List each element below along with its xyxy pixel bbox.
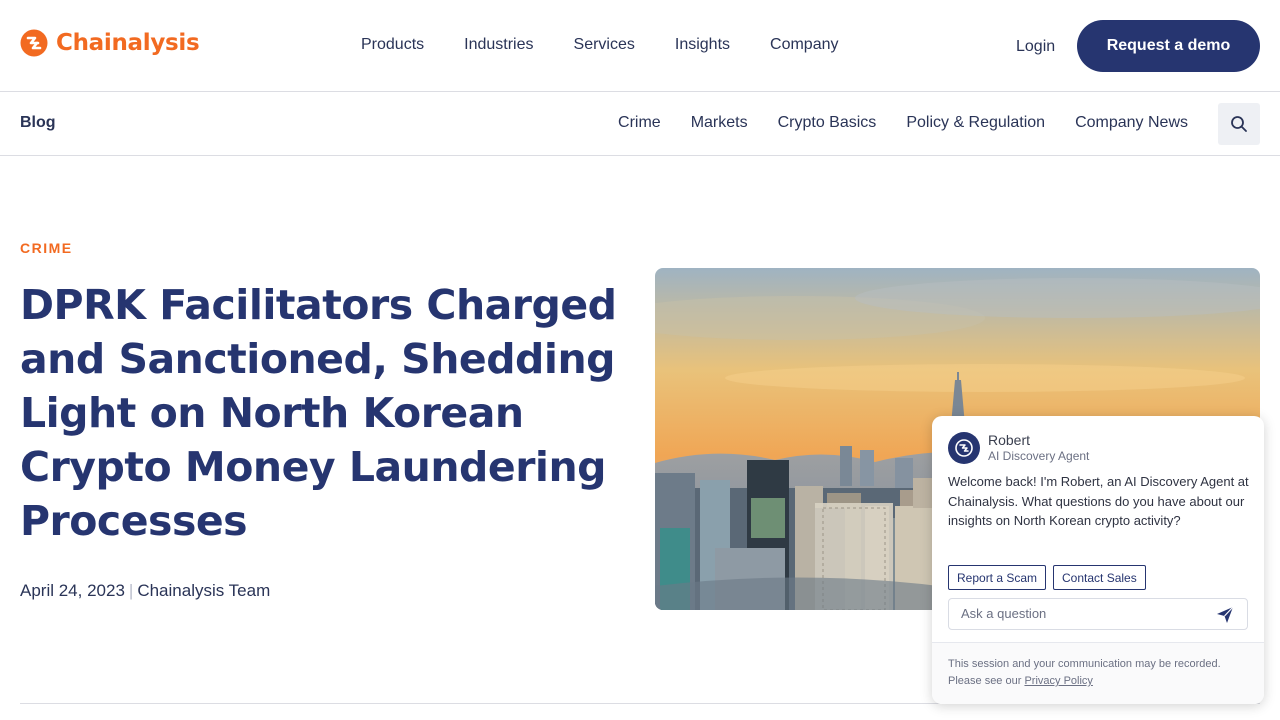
- article-title: DPRK Facilitators Charged and Sanctioned…: [20, 281, 617, 545]
- login-link[interactable]: Login: [1016, 38, 1055, 56]
- article-meta: April 24, 2023 | Chainalysis Team: [20, 581, 270, 601]
- search-icon: [1231, 116, 1247, 132]
- ai-chat-widget: Robert AI Discovery Agent Welcome back! …: [932, 416, 1264, 704]
- chat-input-box: [948, 598, 1248, 630]
- agent-welcome-message: Welcome back! I'm Robert, an AI Discover…: [948, 474, 1249, 528]
- agent-role: AI Discovery Agent: [988, 449, 1090, 463]
- chainalysis-logo[interactable]: Chainalysis: [20, 29, 200, 57]
- meta-separator: |: [128, 581, 134, 600]
- contact-sales-button[interactable]: Contact Sales: [1053, 565, 1146, 590]
- nav-products[interactable]: Products: [361, 36, 424, 54]
- top-header: Chainalysis Products Industries Services…: [0, 0, 1280, 92]
- chat-disclaimer: This session and your communication may …: [932, 642, 1264, 704]
- blog-category-nav: Crime Markets Crypto Basics Policy & Reg…: [588, 114, 1188, 132]
- subnav-crypto-basics[interactable]: Crypto Basics: [778, 114, 877, 132]
- privacy-policy-link[interactable]: Privacy Policy: [1024, 675, 1092, 687]
- article-author[interactable]: Chainalysis Team: [137, 581, 270, 600]
- agent-name: Robert: [988, 432, 1031, 448]
- chainalysis-logo-icon: [20, 29, 48, 57]
- subnav-crime[interactable]: Crime: [618, 114, 661, 132]
- blog-subnav: Blog Crime Markets Crypto Basics Policy …: [0, 92, 1280, 156]
- report-scam-button[interactable]: Report a Scam: [948, 565, 1047, 590]
- chat-header: Robert AI Discovery Agent: [948, 432, 1089, 464]
- send-icon[interactable]: [1215, 605, 1235, 625]
- agent-identity: Robert AI Discovery Agent: [988, 432, 1089, 464]
- main-nav: Products Industries Services Insights Co…: [361, 36, 879, 54]
- chat-question-input[interactable]: [961, 606, 1201, 621]
- article-date: April 24, 2023: [20, 581, 125, 600]
- nav-company[interactable]: Company: [770, 36, 838, 54]
- chainalysis-avatar-icon: [955, 439, 973, 457]
- subnav-policy-regulation[interactable]: Policy & Regulation: [906, 114, 1045, 132]
- article-category[interactable]: CRIME: [20, 240, 73, 256]
- request-demo-button[interactable]: Request a demo: [1077, 20, 1260, 72]
- blog-title[interactable]: Blog: [20, 114, 56, 132]
- nav-insights[interactable]: Insights: [675, 36, 730, 54]
- subnav-markets[interactable]: Markets: [691, 114, 748, 132]
- nav-industries[interactable]: Industries: [464, 36, 533, 54]
- nav-services[interactable]: Services: [574, 36, 635, 54]
- subnav-company-news[interactable]: Company News: [1075, 114, 1188, 132]
- logo-wordmark: Chainalysis: [56, 30, 200, 56]
- agent-avatar: [948, 432, 980, 464]
- search-button[interactable]: [1218, 103, 1260, 145]
